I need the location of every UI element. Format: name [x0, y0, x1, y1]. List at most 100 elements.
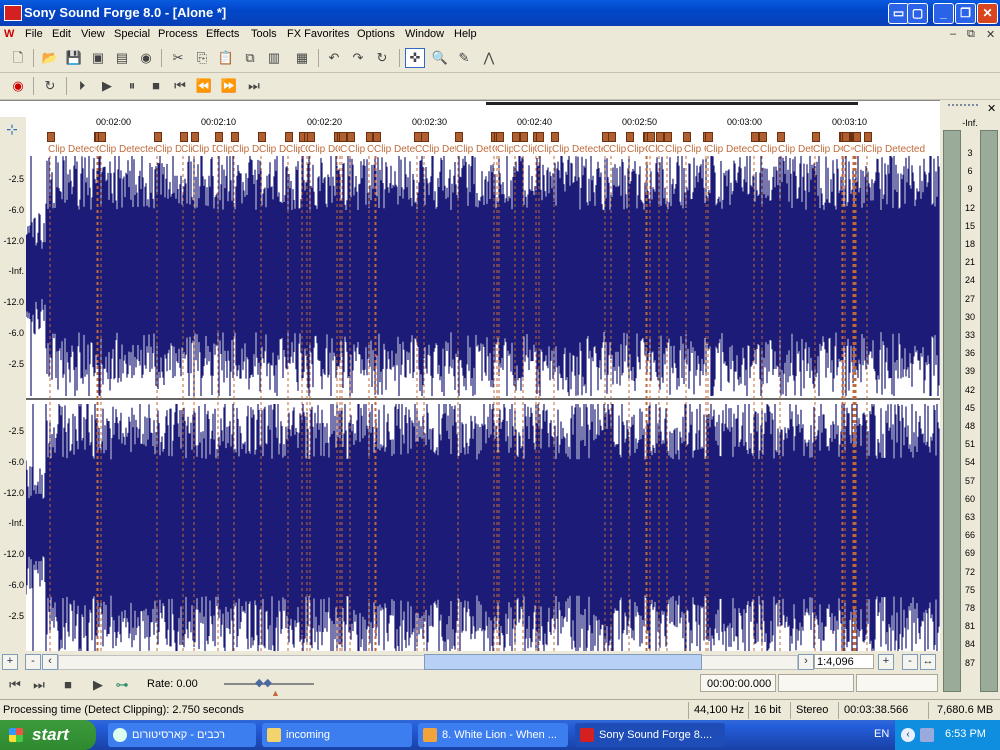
- menu-process[interactable]: Process: [158, 28, 198, 40]
- menu-fx-favorites[interactable]: FX Favorites: [287, 28, 349, 40]
- clip-marker-flag[interactable]: [512, 132, 520, 142]
- clip-marker-flag[interactable]: [705, 132, 713, 142]
- clip-marker-flag[interactable]: [180, 132, 188, 142]
- scroll-right-icon[interactable]: ›: [798, 654, 814, 670]
- zoom-fit-icon[interactable]: ↔: [920, 654, 936, 670]
- menu-effects[interactable]: Effects: [206, 28, 239, 40]
- mix-icon[interactable]: ▥: [264, 48, 284, 68]
- edit-tool-icon[interactable]: ✜: [405, 48, 425, 68]
- help-context-icon[interactable]: ▭: [888, 3, 909, 24]
- clip-marker-flag[interactable]: [98, 132, 106, 142]
- waveform-canvas[interactable]: [26, 156, 940, 651]
- clip-marker-flag[interactable]: [421, 132, 429, 142]
- clip-marker-flag[interactable]: [285, 132, 293, 142]
- go-to-end-icon[interactable]: ⏭: [244, 76, 264, 96]
- clip-marker-flag[interactable]: [551, 132, 559, 142]
- network-icon[interactable]: [920, 728, 934, 742]
- clip-marker-flag[interactable]: [307, 132, 315, 142]
- magnify-tool-icon[interactable]: 🔍: [430, 48, 450, 68]
- clip-marker-flag[interactable]: [683, 132, 691, 142]
- rewind-icon[interactable]: ⏪: [194, 76, 214, 96]
- clip-marker-flag[interactable]: [812, 132, 820, 142]
- zoom-in-level-button[interactable]: +: [2, 654, 18, 670]
- clip-marker-flag[interactable]: [258, 132, 266, 142]
- scrub-icon[interactable]: ⊶: [112, 675, 132, 695]
- scrollbar-thumb[interactable]: [424, 654, 702, 670]
- clip-marker-flag[interactable]: [154, 132, 162, 142]
- play-normal-icon[interactable]: ▶: [88, 675, 108, 695]
- repeat-icon[interactable]: ↻: [372, 48, 392, 68]
- clip-marker-flag[interactable]: [215, 132, 223, 142]
- open-folder-icon[interactable]: 📂: [40, 48, 60, 68]
- paste-icon[interactable]: 📋: [216, 48, 236, 68]
- restore-layout-icon[interactable]: ▢: [907, 3, 928, 24]
- new-file-icon[interactable]: 🗋: [8, 48, 28, 68]
- meter-grip[interactable]: [948, 104, 978, 112]
- bit-depth[interactable]: 16 bit: [748, 702, 790, 719]
- mdi-restore-icon[interactable]: ⧉: [967, 28, 975, 41]
- zoom-out-button[interactable]: -: [902, 654, 918, 670]
- redo-icon[interactable]: ↷: [348, 48, 368, 68]
- taskbar-item-browser[interactable]: רכבים - קארסיטורום: [108, 723, 256, 747]
- start-button[interactable]: start: [0, 720, 96, 750]
- clip-marker-flag[interactable]: [608, 132, 616, 142]
- cursor-time-field[interactable]: 00:00:00.000: [700, 674, 776, 692]
- marker-bar[interactable]: [26, 130, 940, 144]
- clip-marker-flag[interactable]: [536, 132, 544, 142]
- zoom-in-button[interactable]: +: [878, 654, 894, 670]
- overview-bar[interactable]: [0, 100, 940, 118]
- clip-marker-flag[interactable]: [759, 132, 767, 142]
- cut-icon[interactable]: ✂: [168, 48, 188, 68]
- sample-rate[interactable]: 44,100 Hz: [688, 702, 748, 719]
- clip-marker-flag[interactable]: [496, 132, 504, 142]
- copy-icon[interactable]: ⎘: [192, 48, 212, 68]
- clip-marker-flag[interactable]: [664, 132, 672, 142]
- meter-close-icon[interactable]: ✕: [987, 102, 996, 115]
- undo-icon[interactable]: ↶: [324, 48, 344, 68]
- taskbar-item-sound-forge[interactable]: Sony Sound Forge 8....: [575, 723, 725, 747]
- channels[interactable]: Stereo: [790, 702, 838, 719]
- close-button[interactable]: ✕: [977, 3, 998, 24]
- save-icon[interactable]: 💾: [64, 48, 84, 68]
- clip-marker-flag[interactable]: [339, 132, 347, 142]
- play-icon[interactable]: ▶: [97, 76, 117, 96]
- clip-marker-flag[interactable]: [864, 132, 872, 142]
- go-to-start-icon[interactable]: ⏮: [170, 76, 190, 96]
- menu-window[interactable]: Window: [405, 28, 444, 40]
- record-icon[interactable]: ◉: [8, 76, 28, 96]
- clip-marker-flag[interactable]: [373, 132, 381, 142]
- menu-file[interactable]: File: [25, 28, 43, 40]
- pencil-tool-icon[interactable]: ✎: [454, 48, 474, 68]
- menu-view[interactable]: View: [81, 28, 105, 40]
- clip-marker-flag[interactable]: [231, 132, 239, 142]
- web-icon[interactable]: ◉: [136, 48, 156, 68]
- clip-marker-flag[interactable]: [777, 132, 785, 142]
- taskbar-item-player[interactable]: 8. White Lion - When ...: [418, 723, 568, 747]
- clip-marker-flag[interactable]: [656, 132, 664, 142]
- loop-icon[interactable]: ↻: [40, 76, 60, 96]
- clip-marker-flag[interactable]: [751, 132, 759, 142]
- play-all-icon[interactable]: ⏵: [72, 76, 92, 96]
- stop-icon[interactable]: ■: [58, 675, 78, 695]
- clip-marker-flag[interactable]: [853, 132, 861, 142]
- time-ruler[interactable]: 00:02:00 00:02:10 00:02:20 00:02:30 00:0…: [26, 117, 940, 130]
- go-to-end-icon[interactable]: ⏭: [29, 675, 49, 695]
- envelope-tool-icon[interactable]: ⋀: [479, 48, 499, 68]
- clip-marker-flag[interactable]: [842, 132, 850, 142]
- overview-visible-range[interactable]: [486, 102, 858, 105]
- zoom-out-level-button[interactable]: -: [25, 654, 41, 670]
- save-as-icon[interactable]: ▣: [88, 48, 108, 68]
- menu-tools[interactable]: Tools: [251, 28, 277, 40]
- language-indicator[interactable]: EN: [874, 728, 889, 740]
- clip-marker-flag[interactable]: [626, 132, 634, 142]
- stop-icon[interactable]: ■: [146, 76, 166, 96]
- rate-slider-thumb[interactable]: ◆◆: [255, 676, 281, 689]
- menu-help[interactable]: Help: [454, 28, 477, 40]
- pause-icon[interactable]: ⏸: [122, 76, 142, 96]
- fast-forward-icon[interactable]: ⏩: [219, 76, 239, 96]
- mdi-minimize-icon[interactable]: –: [950, 28, 956, 40]
- maximize-button[interactable]: ❐: [955, 3, 976, 24]
- tray-expand-icon[interactable]: ‹: [901, 728, 915, 742]
- menu-options[interactable]: Options: [357, 28, 395, 40]
- clip-marker-flag[interactable]: [647, 132, 655, 142]
